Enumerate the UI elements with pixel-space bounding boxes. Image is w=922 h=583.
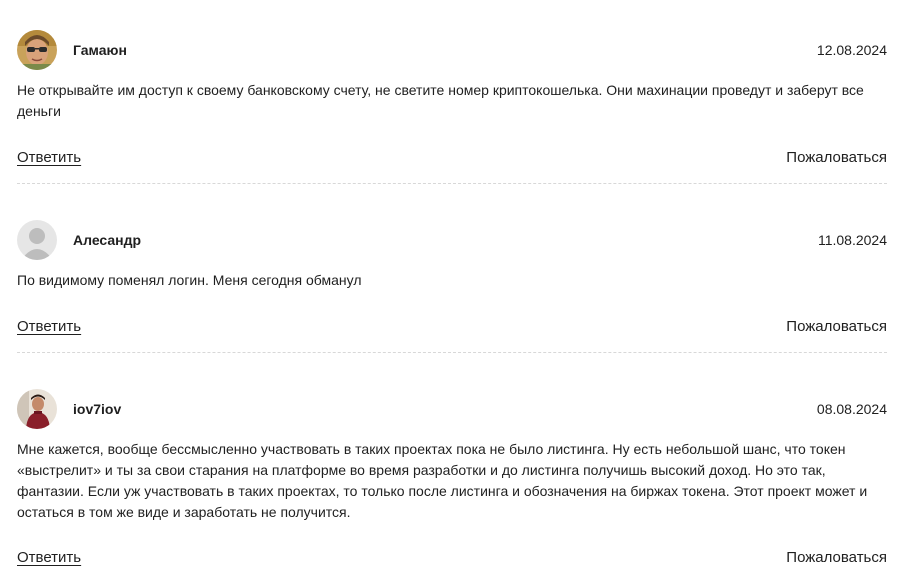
- comment-author: Гамаюн: [73, 42, 127, 58]
- avatar: [17, 389, 57, 429]
- comment-date: 08.08.2024: [816, 401, 887, 417]
- divider: [17, 352, 887, 353]
- comment-header: Алесандр 11.08.2024: [17, 220, 887, 260]
- comment-header: Гамаюн 12.08.2024: [17, 30, 887, 70]
- report-button[interactable]: Пожаловаться: [786, 548, 887, 568]
- avatar: [17, 220, 57, 260]
- comment-date: 11.08.2024: [817, 232, 887, 248]
- avatar: [17, 30, 57, 70]
- divider: [17, 183, 887, 184]
- reply-button[interactable]: Ответить: [17, 548, 81, 568]
- comment-date: 12.08.2024: [816, 42, 887, 58]
- comment-actions: Ответить Пожаловаться: [17, 317, 887, 339]
- comment-item: Алесандр 11.08.2024 По видимому поменял …: [17, 220, 887, 353]
- comment-author: iov7iov: [73, 401, 122, 417]
- comment-text: Мне кажется, вообще бессмысленно участво…: [17, 441, 868, 520]
- reply-button[interactable]: Ответить: [17, 148, 81, 168]
- comment-actions: Ответить Пожаловаться: [17, 148, 887, 170]
- report-button[interactable]: Пожаловаться: [786, 148, 887, 168]
- comment-actions: Ответить Пожаловаться: [17, 548, 887, 570]
- comment-item: iov7iov 08.08.2024 Мне кажется, вообще б…: [17, 389, 887, 566]
- comment-author: Алесандр: [73, 232, 142, 248]
- reply-button[interactable]: Ответить: [17, 317, 81, 337]
- report-button[interactable]: Пожаловаться: [786, 317, 887, 337]
- comment-text: По видимому поменял логин. Меня сегодня …: [17, 272, 362, 288]
- comment-item: Гамаюн 12.08.2024 Не открывайте им досту…: [17, 30, 887, 184]
- comment-text: Не открывайте им доступ к своему банковс…: [17, 82, 864, 119]
- comment-header: iov7iov 08.08.2024: [17, 389, 887, 429]
